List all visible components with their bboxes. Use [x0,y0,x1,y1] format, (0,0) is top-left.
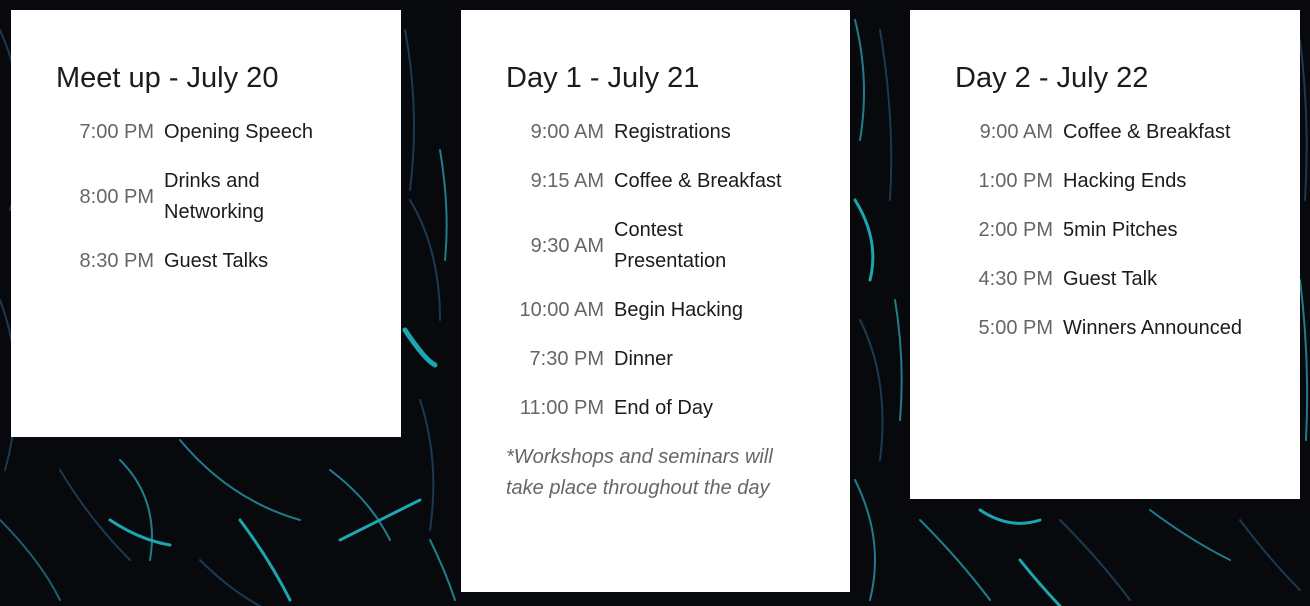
event-name: Contest Presentation [614,219,727,272]
schedule-row: 5:00 PM Winners Announced [955,313,1300,344]
schedule-card-meetup: Meet up - July 20 7:00 PM Opening Speech… [11,10,401,437]
event-name: End of Day [614,397,713,419]
event-name: 5min Pitches [1063,219,1178,241]
schedule-list: 9:00 AM Registrations 9:15 AM Coffee & B… [506,117,850,424]
schedule-card-day-1: Day 1 - July 21 9:00 AM Registrations 9:… [461,10,850,592]
event-time: 10:00 AM [519,299,604,321]
event-name: Coffee & Breakfast [614,170,782,192]
schedule-row: 9:30 AM Contest Presentation [506,215,850,277]
event-time: 7:00 PM [79,121,154,143]
schedule-row: 4:30 PM Guest Talk [955,264,1300,295]
event-time: 2:00 PM [978,219,1053,241]
event-name: Guest Talks [164,250,269,272]
schedule-row: 8:00 PM Drinks and Networking [56,166,401,228]
schedule-list: 7:00 PM Opening Speech 8:00 PM Drinks an… [56,117,401,277]
schedule-row: 9:00 AM Coffee & Breakfast [955,117,1300,148]
schedule-row: 9:00 AM Registrations [506,117,850,148]
event-time: 7:30 PM [529,348,604,370]
event-name: Registrations [614,121,731,143]
schedule-row: 10:00 AM Begin Hacking [506,295,850,326]
event-time: 1:00 PM [978,170,1053,192]
schedule-card-day-2: Day 2 - July 22 9:00 AM Coffee & Breakfa… [910,10,1300,499]
event-time: 9:00 AM [530,121,604,143]
schedule-row: 7:00 PM Opening Speech [56,117,401,148]
card-title: Day 1 - July 21 [506,62,700,94]
event-name: Guest Talk [1063,268,1158,290]
schedule-row: 9:15 AM Coffee & Breakfast [506,166,850,197]
event-name: Hacking Ends [1063,170,1187,192]
schedule-row: 7:30 PM Dinner [506,344,850,375]
event-name: Winners Announced [1063,317,1243,339]
event-name: Coffee & Breakfast [1063,121,1231,143]
workshops-note: *Workshops and seminars will take place … [506,446,773,499]
event-time: 11:00 PM [519,397,604,419]
event-time: 9:00 AM [979,121,1053,143]
schedule-row: 8:30 PM Guest Talks [56,246,401,277]
card-title: Day 2 - July 22 [955,62,1149,94]
schedule-row: 2:00 PM 5min Pitches [955,215,1300,246]
event-name: Dinner [614,348,673,370]
schedule-row: 11:00 PM End of Day [506,393,850,424]
event-time: 9:15 AM [530,170,604,192]
event-time: 9:30 AM [530,234,604,257]
event-time: 8:30 PM [79,250,154,272]
schedule-list: 9:00 AM Coffee & Breakfast 1:00 PM Hacki… [955,117,1300,344]
event-name: Begin Hacking [614,299,743,321]
event-time: 5:00 PM [978,317,1053,339]
event-time: 4:30 PM [978,268,1053,290]
card-title: Meet up - July 20 [56,62,279,94]
event-time: 8:00 PM [79,185,154,208]
event-name: Opening Speech [164,121,314,143]
schedule-row: 1:00 PM Hacking Ends [955,166,1300,197]
event-name: Drinks and Networking [164,170,265,223]
